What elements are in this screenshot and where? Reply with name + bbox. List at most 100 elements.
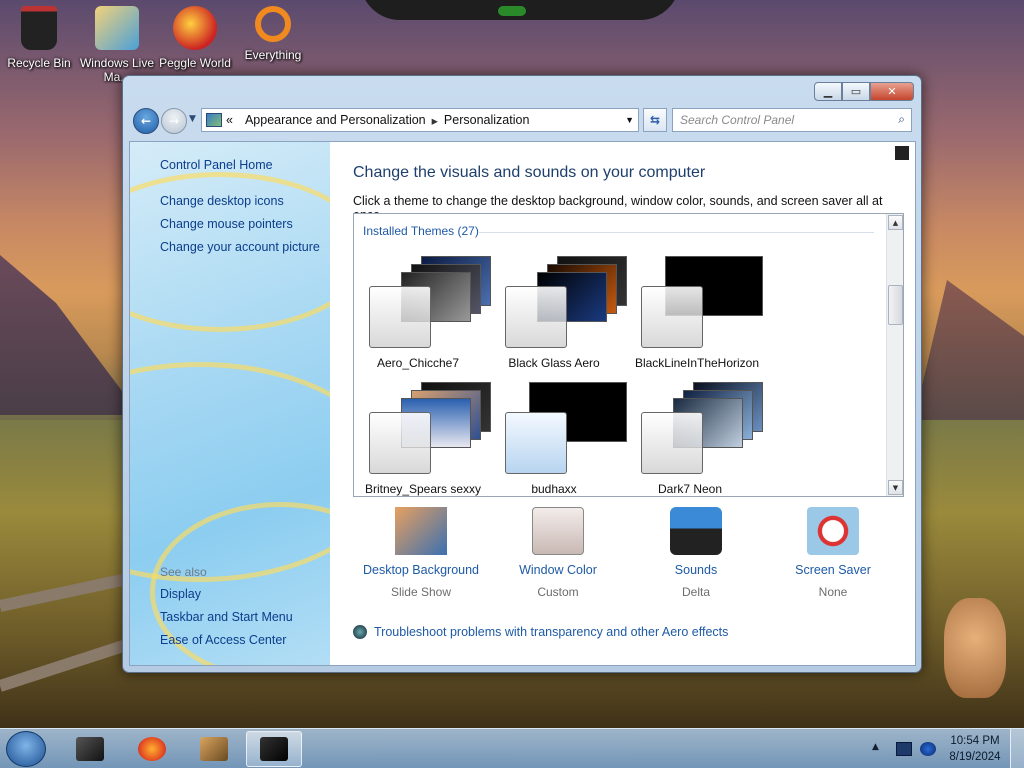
troubleshoot-text[interactable]: Troubleshoot problems with transparency … bbox=[374, 625, 728, 639]
show-desktop-button[interactable] bbox=[1010, 729, 1024, 768]
setting-name[interactable]: Desktop Background bbox=[361, 563, 481, 577]
link-taskbar-start-menu[interactable]: Taskbar and Start Menu bbox=[160, 610, 293, 624]
hamster-gadget[interactable] bbox=[944, 598, 1006, 698]
theme-black-glass-aero[interactable]: Black Glass Aero bbox=[499, 256, 629, 376]
desktop-icon-windows-live-mail[interactable]: Windows Live Ma... bbox=[78, 6, 156, 84]
troubleshoot-link[interactable]: Troubleshoot problems with transparency … bbox=[353, 625, 728, 639]
link-ease-of-access[interactable]: Ease of Access Center bbox=[160, 633, 286, 647]
setting-desktop-background[interactable]: Desktop Background Slide Show bbox=[361, 507, 481, 599]
setting-name[interactable]: Window Color bbox=[498, 563, 618, 577]
link-change-account-picture[interactable]: Change your account picture bbox=[160, 240, 320, 254]
forward-button[interactable]: → bbox=[161, 108, 187, 134]
link-control-panel-home[interactable]: Control Panel Home bbox=[160, 158, 273, 172]
scroll-thumb[interactable] bbox=[888, 285, 903, 325]
theme-settings-row: Desktop Background Slide Show Window Col… bbox=[353, 507, 904, 599]
setting-sounds[interactable]: Sounds Delta bbox=[636, 507, 756, 599]
wallpaper-mountain-right bbox=[914, 280, 1024, 420]
taskbar: ▲ 10:54 PM 8/19/2024 bbox=[0, 728, 1024, 768]
address-bar[interactable]: « Appearance and Personalization ▸ Perso… bbox=[201, 108, 639, 132]
theme-color-swatch bbox=[641, 412, 703, 474]
recent-pages-button[interactable]: ▼ bbox=[189, 114, 196, 124]
taskbar-item-firefox[interactable] bbox=[124, 731, 180, 767]
computer-icon bbox=[76, 737, 104, 761]
refresh-icon: ⇆ bbox=[649, 113, 661, 127]
close-icon: ✕ bbox=[887, 85, 897, 98]
desktop-icon-recycle-bin[interactable]: Recycle Bin bbox=[0, 6, 78, 70]
link-display[interactable]: Display bbox=[160, 587, 201, 601]
theme-name: Britney_Spears sexxy bbox=[364, 482, 482, 496]
theme-color-swatch bbox=[641, 286, 703, 348]
control-panel-icon bbox=[206, 113, 222, 127]
search-icon[interactable]: ⌕ bbox=[898, 112, 905, 127]
back-arrow-icon: ← bbox=[140, 114, 152, 128]
scroll-up-icon: ▲ bbox=[892, 218, 899, 227]
breadcrumb-separator-icon[interactable]: ▸ bbox=[432, 113, 438, 128]
group-divider bbox=[479, 232, 874, 233]
see-also-heading: See also bbox=[160, 565, 207, 579]
theme-color-swatch bbox=[505, 412, 567, 474]
refresh-button[interactable]: ⇆ bbox=[643, 108, 667, 132]
link-change-desktop-icons[interactable]: Change desktop icons bbox=[160, 194, 284, 208]
search-placeholder: Search Control Panel bbox=[680, 113, 795, 127]
screen-saver-icon bbox=[807, 507, 859, 555]
recycle-bin-icon bbox=[21, 6, 57, 50]
setting-value: Slide Show bbox=[390, 585, 452, 599]
taskbar-item-computer[interactable] bbox=[62, 731, 118, 767]
control-panel-taskbar-icon bbox=[260, 737, 288, 761]
minimize-icon: ▁ bbox=[823, 85, 833, 98]
left-nav-pane: Control Panel Home Change desktop icons … bbox=[130, 142, 330, 665]
link-change-mouse-pointers[interactable]: Change mouse pointers bbox=[160, 217, 293, 231]
setting-window-color[interactable]: Window Color Custom bbox=[498, 507, 618, 599]
theme-name: Aero_Chicche7 bbox=[376, 356, 460, 370]
show-hidden-icons[interactable]: ▲ bbox=[872, 742, 888, 756]
scroll-down-button[interactable]: ▼ bbox=[888, 480, 903, 495]
network-icon[interactable] bbox=[896, 742, 912, 756]
theme-list[interactable]: Installed Themes (27) Aero_Chicche7 Blac… bbox=[353, 213, 904, 497]
taskbar-item-control-panel[interactable] bbox=[246, 731, 302, 767]
theme-color-swatch bbox=[369, 286, 431, 348]
clock-date: 8/19/2024 bbox=[949, 751, 1001, 763]
chevron-down-icon: ▼ bbox=[189, 114, 196, 124]
setting-name[interactable]: Screen Saver bbox=[773, 563, 893, 577]
desktop-icon-peggle-world[interactable]: Peggle World bbox=[156, 6, 234, 70]
address-dropdown-icon[interactable]: ▼ bbox=[625, 115, 634, 125]
theme-group-header[interactable]: Installed Themes (27) bbox=[363, 224, 479, 238]
theme-dark7-neon[interactable]: Dark7 Neon bbox=[635, 382, 765, 496]
system-tray: ▲ 10:54 PM 8/19/2024 bbox=[868, 729, 1024, 768]
help-icon[interactable] bbox=[895, 146, 909, 160]
minimize-button[interactable]: ▁ bbox=[814, 82, 842, 101]
wallpaper-mountain-left bbox=[0, 255, 140, 415]
magnifier-icon bbox=[255, 6, 291, 42]
personalization-pane: Change the visuals and sounds on your co… bbox=[330, 142, 915, 665]
desktop-icon-label: Everything bbox=[244, 48, 302, 62]
theme-blackline-horizon[interactable]: BlackLineInTheHorizon bbox=[635, 256, 765, 376]
address-overflow[interactable]: « bbox=[226, 113, 233, 127]
close-button[interactable]: ✕ bbox=[870, 82, 914, 101]
desktop-icon-label: Recycle Bin bbox=[7, 56, 71, 70]
troubleshoot-icon bbox=[353, 625, 367, 639]
back-button[interactable]: ← bbox=[133, 108, 159, 134]
window-color-icon bbox=[532, 507, 584, 555]
theme-list-scrollbar[interactable]: ▲ ▼ bbox=[886, 214, 903, 496]
setting-value: None bbox=[818, 585, 848, 599]
theme-britney-spears[interactable]: Britney_Spears sexxy bbox=[363, 382, 493, 496]
maximize-button[interactable]: ▭ bbox=[842, 82, 870, 101]
breadcrumb-personalization[interactable]: Personalization bbox=[444, 113, 529, 127]
search-input[interactable]: Search Control Panel ⌕ bbox=[672, 108, 912, 132]
setting-screen-saver[interactable]: Screen Saver None bbox=[773, 507, 893, 599]
forward-arrow-icon: → bbox=[168, 114, 180, 128]
desktop-icon-everything[interactable]: Everything bbox=[234, 6, 312, 62]
start-button[interactable] bbox=[6, 731, 46, 767]
navigation-bar: ← → ▼ « Appearance and Personalization ▸… bbox=[131, 108, 913, 134]
clock[interactable]: 10:54 PM 8/19/2024 bbox=[940, 733, 1010, 765]
scroll-down-icon: ▼ bbox=[892, 483, 899, 492]
taskbar-item-sandbox[interactable] bbox=[186, 731, 242, 767]
peggle-icon bbox=[173, 6, 217, 50]
breadcrumb-appearance[interactable]: Appearance and Personalization bbox=[245, 113, 426, 127]
scroll-up-button[interactable]: ▲ bbox=[888, 215, 903, 230]
theme-aero-chicche7[interactable]: Aero_Chicche7 bbox=[363, 256, 493, 376]
volume-icon[interactable] bbox=[920, 742, 936, 756]
setting-name[interactable]: Sounds bbox=[636, 563, 756, 577]
setting-value: Custom bbox=[537, 585, 579, 599]
theme-budhaxx[interactable]: budhaxx bbox=[499, 382, 629, 496]
